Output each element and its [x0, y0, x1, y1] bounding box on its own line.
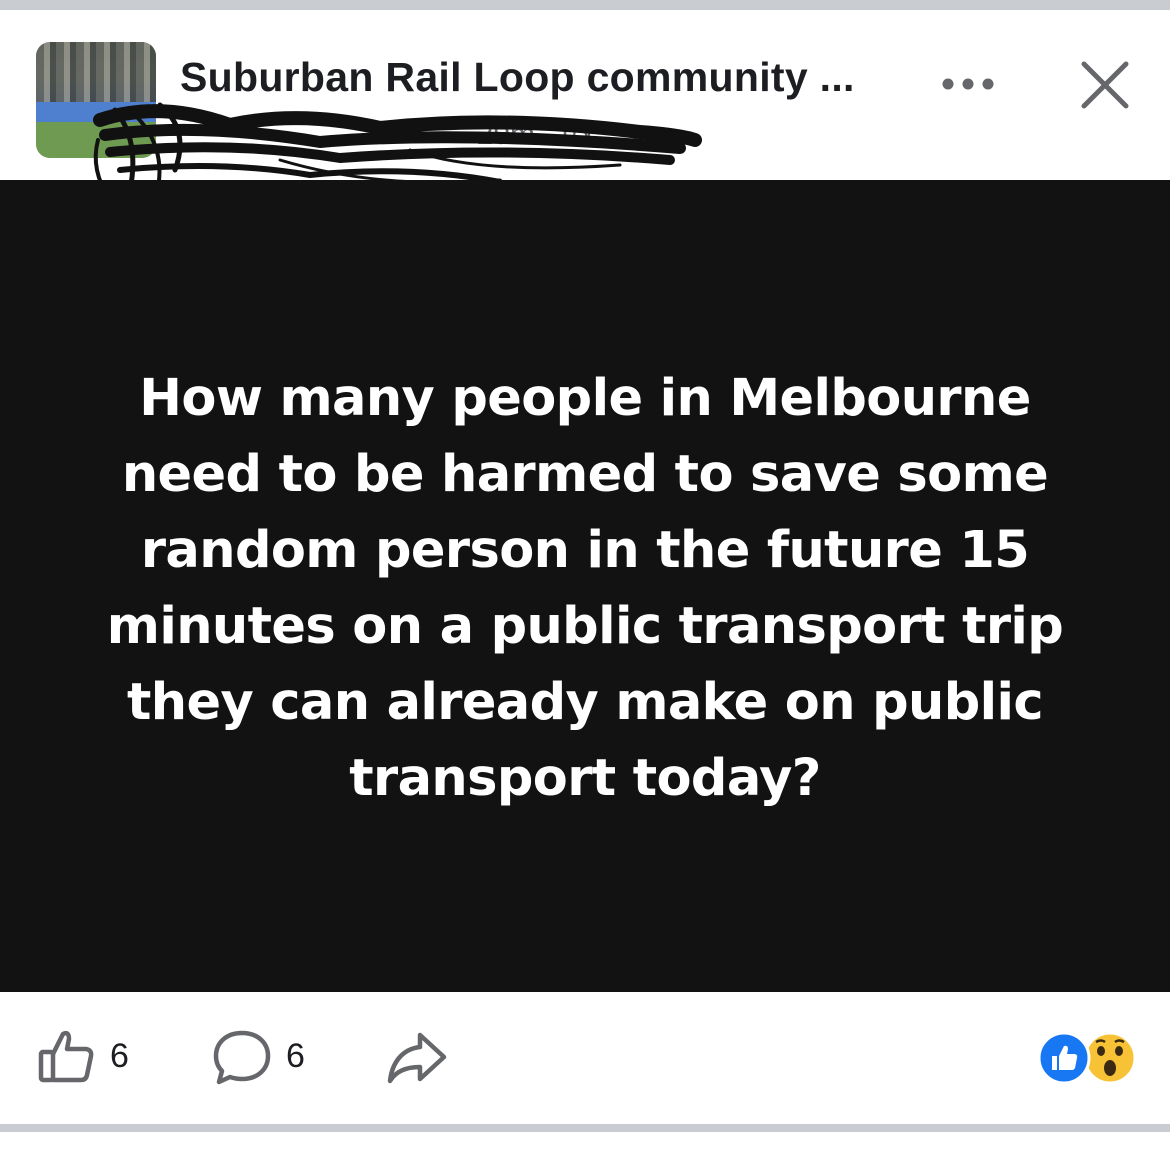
- bottom-divider: [0, 1124, 1170, 1132]
- post-action-bar: 6 6: [0, 992, 1170, 1124]
- avatar-photo-grass: [36, 122, 156, 158]
- more-dots-icon: [942, 78, 994, 90]
- post-time[interactable]: 29m: [477, 118, 535, 151]
- top-divider: [0, 0, 1170, 10]
- avatar-photo-sky: [36, 102, 156, 122]
- more-options-button[interactable]: [930, 54, 1010, 114]
- group-avatar[interactable]: [36, 42, 156, 158]
- globe-icon: [562, 118, 592, 151]
- comment-count: 6: [286, 1036, 305, 1075]
- like-reaction-icon: [1037, 1031, 1091, 1085]
- thumbs-up-icon: [38, 1030, 94, 1083]
- meta-separator-2: ·: [543, 118, 554, 151]
- close-icon: [1081, 61, 1129, 109]
- close-button[interactable]: [1074, 54, 1136, 116]
- post-text: How many people in Melbourne need to be …: [106, 369, 1064, 808]
- post-modal: Suburban Rail Loop community ... · 29m ·: [0, 0, 1170, 1158]
- share-button[interactable]: [384, 1026, 450, 1086]
- wow-reaction-icon: [1083, 1031, 1137, 1085]
- meta-separator: ·: [458, 118, 469, 151]
- comment-button[interactable]: 6: [210, 1026, 305, 1086]
- post-meta: · 29m ·: [180, 118, 592, 152]
- reaction-summary[interactable]: [1036, 1030, 1140, 1086]
- post-header: Suburban Rail Loop community ... · 29m ·: [0, 10, 1170, 242]
- like-button[interactable]: 6: [36, 1026, 129, 1086]
- comment-bubble-icon: [213, 1030, 271, 1085]
- post-text-background: How many people in Melbourne need to be …: [0, 180, 1170, 992]
- author-name-redacted: [180, 118, 450, 151]
- share-arrow-icon: [387, 1032, 447, 1084]
- avatar-photo-crowd: [36, 42, 156, 102]
- group-title[interactable]: Suburban Rail Loop community ...: [180, 54, 855, 101]
- like-count: 6: [110, 1036, 129, 1075]
